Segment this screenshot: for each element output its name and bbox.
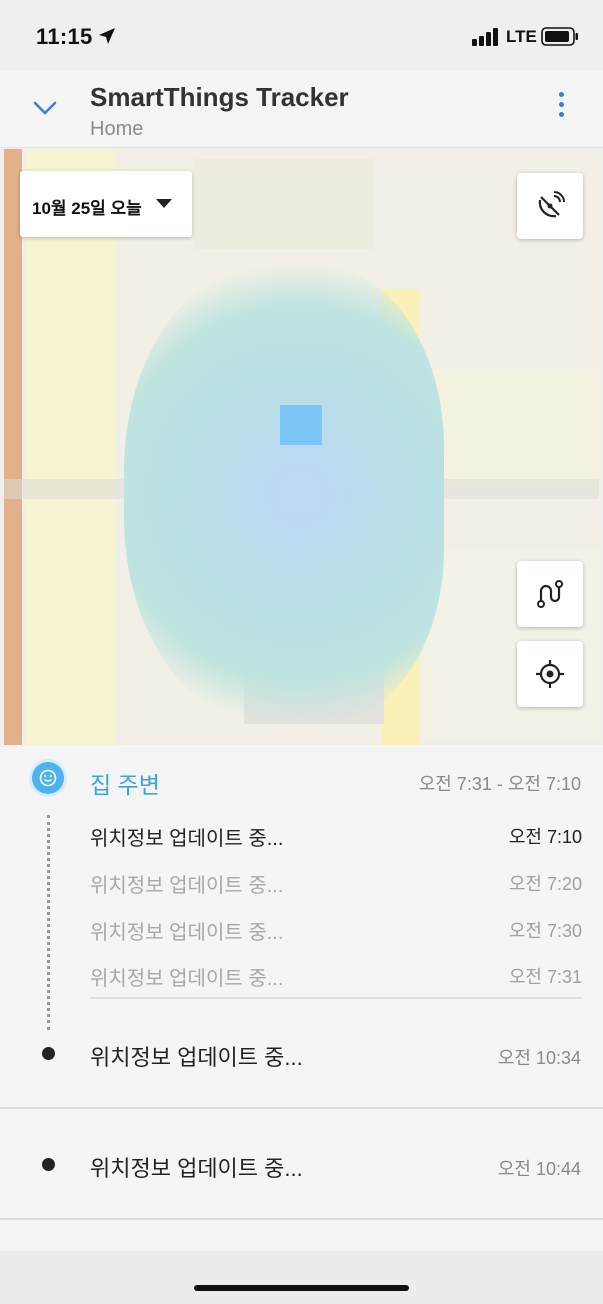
list-item[interactable]: 위치정보 업데이트 중... 오전 7:20 <box>90 869 582 909</box>
route-button[interactable] <box>517 561 583 627</box>
location-history: 집 주변 오전 7:31 - 오전 7:10 위치정보 업데이트 중... 오전… <box>0 745 603 1251</box>
timeline-dot <box>42 1047 55 1060</box>
map-block <box>194 159 374 249</box>
app-header: SmartThings Tracker Home <box>0 70 603 148</box>
map-view[interactable] <box>4 149 599 745</box>
list-item[interactable]: 위치정보 업데이트 중... 오전 10:34 <box>0 1000 603 1110</box>
route-icon <box>537 580 563 608</box>
network-type: LTE <box>506 27 537 46</box>
app-title: SmartThings Tracker <box>90 82 349 112</box>
entry-label: 위치정보 업데이트 중... <box>90 828 284 850</box>
entry-time: 오전 10:34 <box>497 1048 581 1068</box>
app-subtitle: Home <box>90 118 144 140</box>
location-accuracy-area <box>124 264 444 724</box>
entry-time: 오전 7:20 <box>508 874 582 894</box>
map-block <box>26 149 116 745</box>
more-options-icon[interactable] <box>551 92 571 126</box>
smile-icon <box>32 762 64 794</box>
home-indicator-area <box>0 1251 603 1304</box>
divider <box>90 997 582 999</box>
signal-icon <box>472 28 498 46</box>
entry-time: 오전 7:31 <box>508 967 582 987</box>
home-indicator[interactable] <box>194 1285 409 1291</box>
timeline-connector <box>47 815 50 1030</box>
entry-label: 위치정보 업데이트 중... <box>90 1156 303 1181</box>
entry-time: 오전 10:44 <box>497 1159 581 1179</box>
divider <box>0 1107 603 1109</box>
date-selector[interactable]: 10월 25일 오늘 <box>20 171 192 237</box>
list-item[interactable]: 위치정보 업데이트 중... 오전 7:31 <box>90 962 582 1002</box>
entry-label: 위치정보 업데이트 중... <box>90 875 284 897</box>
locate-icon <box>536 660 564 688</box>
entry-label: 위치정보 업데이트 중... <box>90 1045 303 1070</box>
satellite-button[interactable] <box>517 173 583 239</box>
chevron-down-icon[interactable] <box>32 98 58 118</box>
entry-time: 오전 7:30 <box>508 921 582 941</box>
satellite-icon <box>538 191 565 218</box>
map-road <box>4 149 22 745</box>
group-title[interactable]: 집 주변 <box>90 766 160 800</box>
status-bar: 11:15 LTE <box>0 0 603 70</box>
list-item[interactable]: 위치정보 업데이트 중... 오전 7:30 <box>90 916 582 956</box>
caret-down-icon <box>156 199 172 208</box>
list-item[interactable]: 위치정보 업데이트 중... 오전 10:44 <box>0 1110 603 1220</box>
list-item[interactable]: 위치정보 업데이트 중... 오전 7:10 <box>90 822 582 862</box>
status-time: 11:15 <box>36 24 93 49</box>
map-block <box>424 369 599 489</box>
location-point <box>280 405 322 445</box>
entry-label: 위치정보 업데이트 중... <box>90 922 284 944</box>
entry-label: 위치정보 업데이트 중... <box>90 968 284 990</box>
location-arrow-icon <box>99 28 115 44</box>
date-label: 10월 25일 오늘 <box>32 199 142 218</box>
battery-icon <box>541 27 578 46</box>
locate-button[interactable] <box>517 641 583 707</box>
group-time-range: 오전 7:31 - 오전 7:10 <box>418 774 581 794</box>
timeline-dot <box>42 1158 55 1171</box>
divider <box>0 1218 603 1220</box>
entry-time: 오전 7:10 <box>508 827 582 847</box>
